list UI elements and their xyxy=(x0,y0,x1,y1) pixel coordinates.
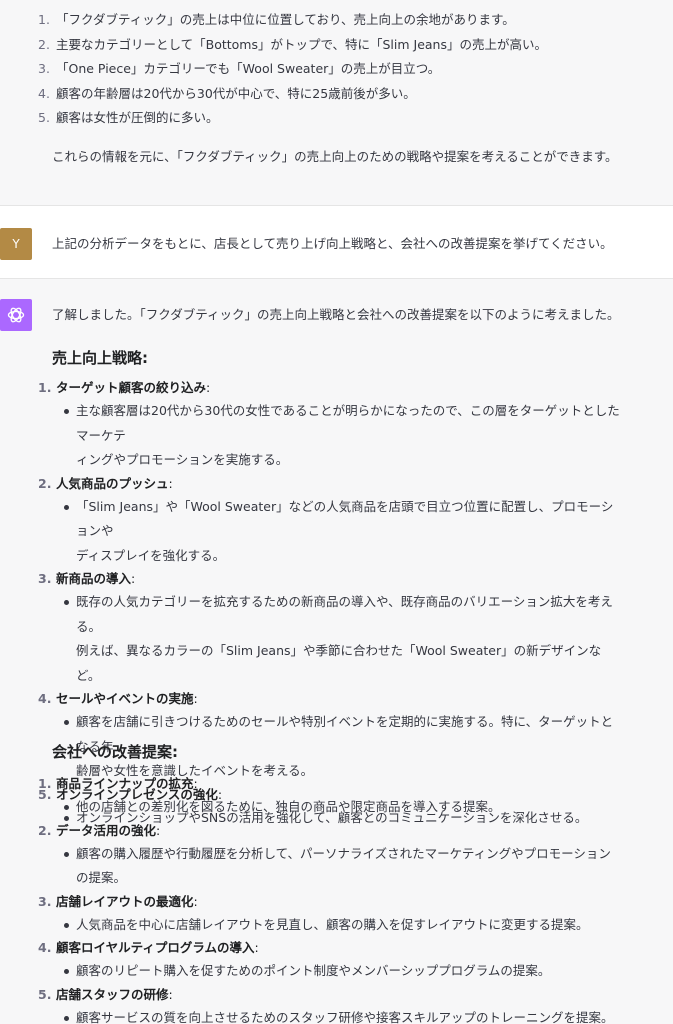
bullet-text: 顧客のリピート購入を促すためのポイント制度やメンバーシッププログラムの提案。 xyxy=(62,959,622,984)
list-item: 3. 店舗レイアウトの最適化: 人気商品を中心に店舗レイアウトを見直し、顧客の購入… xyxy=(38,891,598,938)
list-item-title: 2. 人気商品のプッシュ: xyxy=(38,475,173,491)
list-item: 4. 顧客ロイヤルティプログラムの導入: 顧客のリピート購入を促すためのポイント制… xyxy=(38,937,598,984)
list-item: 3. 「One Piece」カテゴリーでも「Wool Sweater」の売上が目立… xyxy=(38,61,441,77)
openai-logo-icon xyxy=(7,307,25,323)
previous-answer-summary: これらの情報を元に、「フクダブティック」の売上向上のための戦略や提案を考えること… xyxy=(52,148,618,164)
list-item-title: 2. データ活用の強化: xyxy=(38,822,161,838)
reply-intro: 了解しました。「フクダブティック」の売上向上戦略と会社への改善提案を以下のように… xyxy=(52,307,620,322)
list-item: 5. 店舗スタッフの研修: 顧客サービスの質を向上させるためのスタッフ研修や接客ス… xyxy=(38,984,614,1024)
user-message: Y 上記の分析データをもとに、店長として売り上げ向上戦略と、会社への改善提案を挙… xyxy=(0,205,673,279)
bullet-text: 他の店舗との差別化を図るために、独自の商品や限定商品を導入する提案。 xyxy=(62,795,622,820)
list-item-title: 1. 商品ラインナップの拡充: xyxy=(38,776,198,791)
list-item: 1. 「フクダブティック」の売上は中位に位置しており、売上向上の余地があります。 xyxy=(38,12,515,27)
bullet-text: 顧客サービスの質を向上させるためのスタッフ研修や接客スキルアップのトレーニングを… xyxy=(62,1006,622,1024)
list-item: 3. 新商品の導入: 既存の人気カテゴリーを拡充するための新商品の導入や、既存商品… xyxy=(38,568,613,688)
list-item: 5. 顧客は女性が圧倒的に多い。 xyxy=(38,110,219,126)
list-item-title: 5. 店舗スタッフの研修: xyxy=(38,986,173,1002)
previous-answer-list: 1. 「フクダブティック」の売上は中位に位置しており、売上向上の余地があります。 … xyxy=(38,8,673,131)
list-item: 1. ターゲット顧客の絞り込み: 主な顧客層は20代から30代の女性であることが明… xyxy=(38,377,620,473)
list-item: 2. データ活用の強化: 顧客の購入履歴や行動履歴を分析して、パーソナライズされた… xyxy=(38,820,611,891)
bullet-text: 「Slim Jeans」や「Wool Sweater」などの人気商品を店頭で目立… xyxy=(62,495,622,569)
list-item: 1. 商品ラインナップの拡充: 他の店舗との差別化を図るために、独自の商品や限定商… xyxy=(38,773,598,820)
list-item-title: 3. 新商品の導入: xyxy=(38,571,136,586)
list-item-title: 3. 店舗レイアウトの最適化: xyxy=(38,893,198,909)
sales-strategy-list: 1. ターゲット顧客の絞り込み: 主な顧客層は20代から30代の女性であることが明… xyxy=(38,377,638,830)
openai-logo-icon xyxy=(0,299,32,331)
list-item: 2. 人気商品のプッシュ: 「Slim Jeans」や「Wool Sweater」… xyxy=(38,473,613,569)
bullet-text: 人気商品を中心に店舗レイアウトを見直し、顧客の購入を促すレイアウトに変更する提案… xyxy=(62,913,622,938)
previous-answer: 1. 「フクダブティック」の売上は中位に位置しており、売上向上の余地があります。 … xyxy=(0,0,673,205)
list-item: 4. 顧客の年齢層は20代から30代が中心で、特に25歳前後が多い。 xyxy=(38,85,416,101)
list-item-title: 1. ターゲット顧客の絞り込み: xyxy=(38,380,211,395)
user-avatar: Y xyxy=(0,228,32,260)
sales-strategy-heading: 売上向上戦略: xyxy=(52,349,148,367)
assistant-reply: 了解しました。「フクダブティック」の売上向上戦略と会社への改善提案を以下のように… xyxy=(0,279,673,1024)
list-item: 2. 主要なカテゴリーとして「Bottoms」がトップで、特に「Slim Jean… xyxy=(38,36,547,52)
list-item: 4. セールやイベントの実施: 顧客を店舗に引きつけるためのセールや特別イベントを… xyxy=(38,688,613,784)
user-message-text: 上記の分析データをもとに、店長として売り上げ向上戦略と、会社への改善提案を挙げて… xyxy=(52,236,613,251)
bullet-text: 顧客の購入履歴や行動履歴を分析して、パーソナライズされたマーケティングやプロモー… xyxy=(62,842,622,891)
bullet-text: 既存の人気カテゴリーを拡充するための新商品の導入や、既存商品のバリエーション拡大… xyxy=(62,590,622,688)
company-proposal-list: 1. 商品ラインナップの拡充: 他の店舗との差別化を図るために、独自の商品や限定商… xyxy=(38,773,638,1024)
company-proposal-heading: 会社への改善提案: xyxy=(52,743,178,761)
bullet-text: 主な顧客層は20代から30代の女性であることが明らかになったので、この層をターゲ… xyxy=(62,399,622,473)
list-item-title: 4. セールやイベントの実施: xyxy=(38,691,198,706)
list-item-title: 4. 顧客ロイヤルティプログラムの導入: xyxy=(38,940,259,955)
